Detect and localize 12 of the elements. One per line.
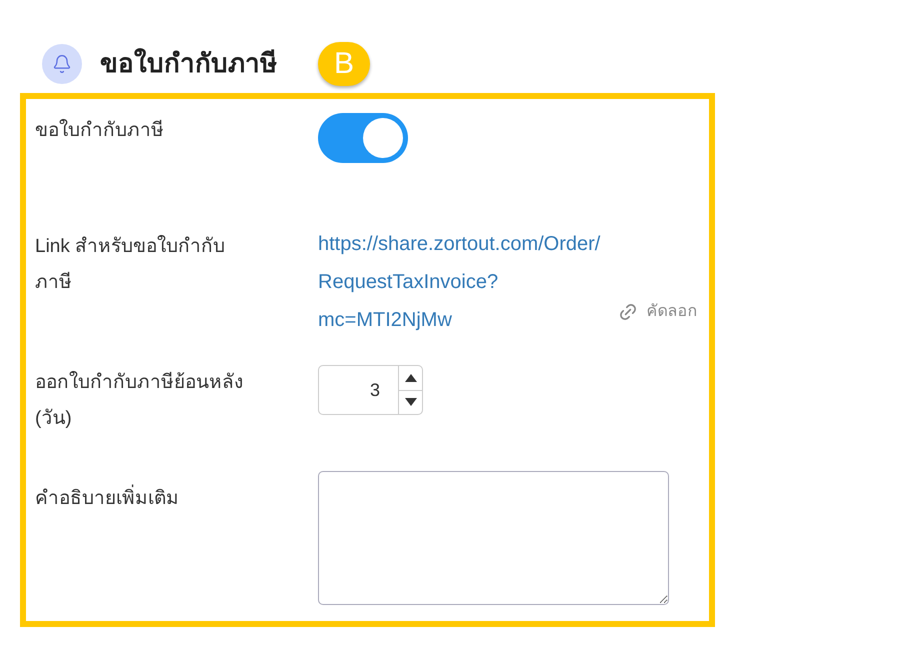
- bell-icon: [42, 44, 82, 84]
- request-link[interactable]: https://share.zortout.com/Order/ RequestTaxInvoice? mc=MTI2NjMw: [318, 225, 600, 339]
- field-label: ออกใบกำกับภาษีย้อนหลัง (วัน): [35, 370, 244, 431]
- toggle-switch[interactable]: [318, 113, 408, 163]
- marker-badge: B: [318, 42, 370, 86]
- copy-button[interactable]: คัดลอก: [618, 293, 698, 331]
- section-title: ขอใบกำกับภาษี: [100, 47, 278, 80]
- field-label: Link สำหรับขอใบกำกับภาษี: [35, 234, 226, 295]
- field-label: ขอใบกำกับภาษี: [35, 118, 165, 143]
- field-label: คำอธิบายเพิ่มเติม: [35, 481, 250, 517]
- description-field[interactable]: [318, 471, 669, 605]
- number-field[interactable]: 3: [318, 365, 423, 415]
